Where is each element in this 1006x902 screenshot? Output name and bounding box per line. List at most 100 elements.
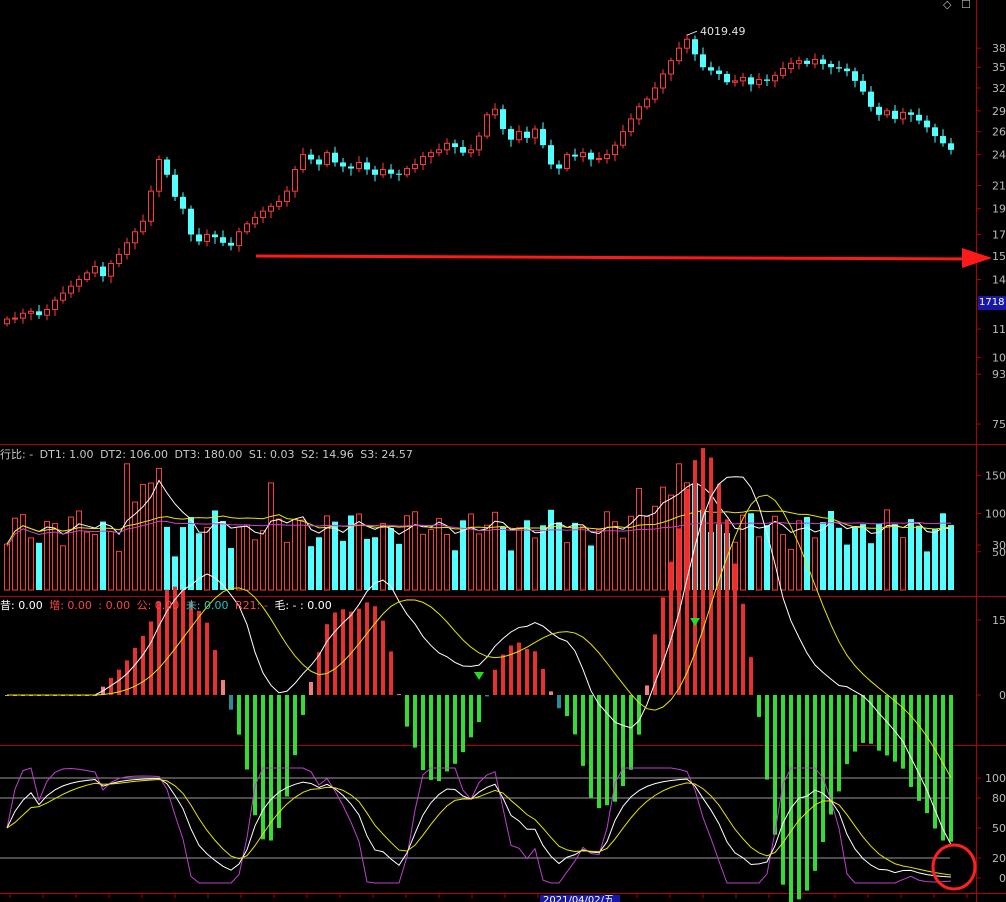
candle-body xyxy=(140,220,146,233)
macd-histogram-bar xyxy=(893,695,897,762)
macd-histogram-bar xyxy=(741,603,745,695)
window-restore-icon[interactable]: ◇ xyxy=(943,0,951,11)
candle xyxy=(548,139,554,170)
kdj-axis-tick-label: 50 xyxy=(992,822,1006,835)
candle-body xyxy=(612,144,618,156)
candle-body xyxy=(844,68,850,72)
candle-body xyxy=(532,128,538,139)
candle xyxy=(340,157,346,173)
candle xyxy=(860,74,866,95)
kdj-axis-tick-label: 100 xyxy=(985,772,1006,785)
macd-histogram-bar xyxy=(629,695,633,770)
candle-body xyxy=(692,39,698,55)
candle-body xyxy=(172,174,178,197)
macd-histogram-bar xyxy=(381,620,385,695)
macd-histogram-bar xyxy=(661,597,665,695)
volume-bar xyxy=(44,521,50,591)
candle xyxy=(508,125,514,147)
candle-body xyxy=(428,152,434,158)
candle xyxy=(212,230,218,244)
macd-histogram-bar xyxy=(389,651,393,695)
macd-histogram-bar xyxy=(301,695,305,715)
volume-bar xyxy=(468,513,474,591)
volume-bar xyxy=(68,516,74,591)
window-close-icon[interactable]: ☐ xyxy=(961,0,971,11)
volume-bar xyxy=(436,518,442,591)
candle xyxy=(108,260,114,284)
candle xyxy=(844,63,850,77)
volume-bar xyxy=(444,533,450,591)
candle xyxy=(900,107,906,125)
candle xyxy=(460,140,466,156)
volume-bar xyxy=(276,518,282,591)
macd-histogram-bar xyxy=(365,602,369,695)
candle-body xyxy=(876,106,882,115)
volume-bar xyxy=(788,548,794,591)
macd-histogram-bar xyxy=(861,695,865,743)
macd-histogram-bar xyxy=(837,695,841,792)
candle-body xyxy=(668,60,674,75)
kdj-k-line xyxy=(6,777,952,878)
candle xyxy=(420,151,426,171)
candle xyxy=(932,123,938,143)
candle-body xyxy=(308,154,314,160)
candle xyxy=(628,113,634,137)
candle-body xyxy=(636,106,642,120)
volume-bar xyxy=(516,527,522,591)
candle-body xyxy=(84,272,90,280)
candle-body xyxy=(852,71,858,81)
candle xyxy=(596,152,602,164)
volume-info-dt3: DT3: 180.00 xyxy=(174,448,243,461)
macd-histogram-bar xyxy=(557,695,561,709)
volume-bar xyxy=(4,543,10,591)
candle xyxy=(380,162,386,179)
candle-body xyxy=(916,114,922,121)
macd-info-item: : 0.00 xyxy=(98,599,131,612)
candle-body xyxy=(4,318,10,325)
price-axis-tick-label: 15 xyxy=(992,250,1006,263)
macd-info-item: 昔: 0.00 xyxy=(0,599,43,612)
candle xyxy=(412,158,418,173)
candle xyxy=(132,228,138,250)
candle-body xyxy=(348,166,354,169)
kdj-panel: 100 80 50 20 0 xyxy=(0,767,1006,885)
price-axis-tick-label: 11 xyxy=(992,323,1006,336)
price-axis-tick-label: 10 xyxy=(992,351,1006,364)
candle xyxy=(756,73,762,89)
candle-body xyxy=(892,110,898,119)
volume-bar xyxy=(556,522,562,590)
macd-histogram-bar xyxy=(413,695,417,748)
macd-histogram-bar xyxy=(805,695,809,891)
candle xyxy=(748,74,754,92)
candle xyxy=(300,147,306,173)
volume-bar xyxy=(796,520,802,591)
candle xyxy=(948,137,954,155)
candle xyxy=(28,308,34,321)
price-axis-tick-label: 14 xyxy=(992,273,1006,286)
macd-histogram-bar xyxy=(461,695,465,753)
candle-body xyxy=(628,118,634,133)
macd-info-bar: 昔: 0.00 增: 0.00 : 0.00 公: 0.00 未: 0.00 R… xyxy=(0,597,335,613)
volume-bar xyxy=(892,524,898,590)
candle-body xyxy=(420,156,426,165)
candle xyxy=(700,47,706,71)
candle-body xyxy=(292,169,298,192)
candle-body xyxy=(332,152,338,163)
candle-body xyxy=(580,152,586,158)
candle-body xyxy=(60,292,66,301)
macd-axis-tick-label: 15 xyxy=(992,614,1006,627)
candle xyxy=(4,316,10,327)
volume-bar xyxy=(780,534,786,591)
volume-bar xyxy=(532,537,538,591)
macd-histogram-bar xyxy=(901,695,905,769)
candle-body xyxy=(684,38,690,49)
volume-bar xyxy=(940,513,946,590)
volume-bar xyxy=(156,467,162,591)
candle-body xyxy=(804,60,810,64)
candle xyxy=(348,163,354,176)
candle-body xyxy=(364,162,370,170)
candle-body xyxy=(932,127,938,137)
candle xyxy=(524,126,530,144)
candle-body xyxy=(564,154,570,170)
volume-bar xyxy=(844,544,850,590)
